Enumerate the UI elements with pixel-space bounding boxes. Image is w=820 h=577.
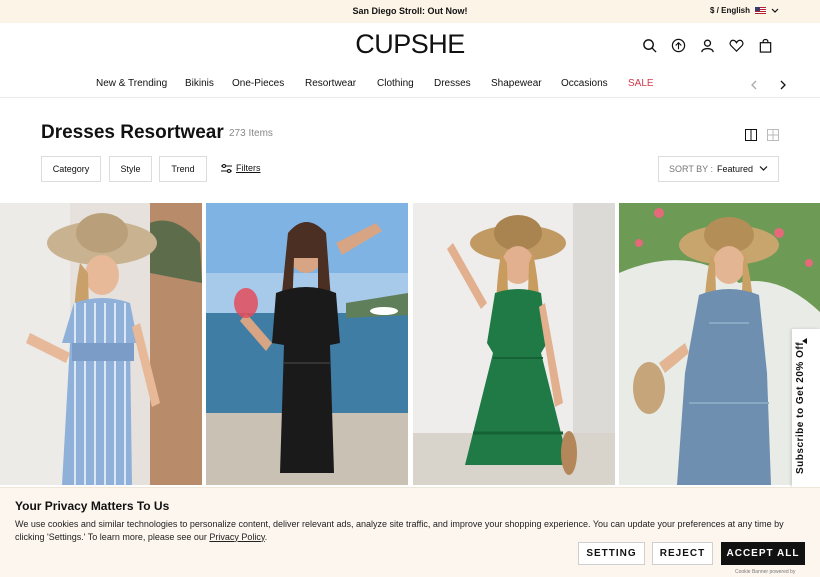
account-icon[interactable]: [700, 38, 715, 53]
privacy-banner: Your Privacy Matters To Us We use cookie…: [0, 487, 820, 577]
powered-by-text: Cookie Banner powered by: [735, 569, 796, 575]
accept-all-button[interactable]: ACCEPT ALL: [721, 542, 805, 565]
nav-item-bikinis[interactable]: Bikinis: [185, 78, 214, 89]
sort-value: Featured: [717, 164, 754, 174]
nav-prev-icon[interactable]: [750, 80, 758, 90]
nav-item-resortwear[interactable]: Resortwear: [305, 78, 356, 89]
announcement-bar: San Diego Stroll: Out Now! $ / English: [0, 0, 820, 23]
main-nav: New & Trending Bikinis One-Pieces Resort…: [0, 68, 820, 98]
product-image: [0, 203, 202, 485]
locale-selector[interactable]: $ / English: [710, 6, 779, 15]
category-filter-button[interactable]: Category: [41, 156, 101, 182]
filters-link-label: Filters: [236, 163, 261, 173]
item-count: 273 Items: [229, 128, 273, 139]
product-card[interactable]: [0, 203, 202, 485]
us-flag-icon: [755, 7, 767, 14]
sort-label: SORT BY :: [669, 164, 714, 174]
nav-item-clothing[interactable]: Clothing: [377, 78, 414, 89]
product-image: [413, 203, 615, 485]
announcement-text[interactable]: San Diego Stroll: Out Now!: [0, 6, 820, 16]
chevron-down-icon: [759, 166, 768, 171]
setting-button[interactable]: SETTING: [578, 542, 645, 565]
nav-item-dresses[interactable]: Dresses: [434, 78, 471, 89]
subscribe-text: Subscribe to Get 20% Off: [795, 341, 806, 474]
two-column-view-icon[interactable]: [745, 129, 757, 141]
product-card[interactable]: [206, 203, 408, 485]
privacy-period: .: [264, 531, 268, 542]
four-column-view-icon[interactable]: [767, 129, 779, 141]
nav-item-shapewear[interactable]: Shapewear: [491, 78, 542, 89]
heart-icon[interactable]: [729, 38, 744, 53]
privacy-title: Your Privacy Matters To Us: [15, 499, 170, 513]
trend-filter-button[interactable]: Trend: [159, 156, 207, 182]
style-filter-button[interactable]: Style: [109, 156, 152, 182]
product-image: [619, 203, 820, 485]
sort-dropdown[interactable]: SORT BY : Featured: [658, 156, 779, 182]
search-icon[interactable]: [642, 38, 657, 53]
nav-next-icon[interactable]: [779, 80, 787, 90]
header-icons: [642, 38, 773, 53]
bag-icon[interactable]: [758, 38, 773, 53]
reject-button[interactable]: REJECT: [652, 542, 713, 565]
product-card[interactable]: [619, 203, 820, 485]
privacy-policy-link[interactable]: Privacy Policy: [209, 532, 264, 542]
subscribe-tab[interactable]: Subscribe to Get 20% Off: [792, 329, 820, 488]
nav-item-occasions[interactable]: Occasions: [561, 78, 608, 89]
rewards-icon[interactable]: [671, 38, 686, 53]
filters-link[interactable]: Filters: [221, 163, 261, 173]
site-header: CUPSHE: [0, 23, 820, 68]
product-image: [206, 203, 408, 485]
nav-item-sale[interactable]: SALE: [628, 78, 654, 89]
sliders-icon: [221, 163, 232, 173]
nav-item-new-trending[interactable]: New & Trending: [96, 78, 167, 89]
product-card[interactable]: [413, 203, 615, 485]
privacy-body: We use cookies and similar technologies …: [15, 519, 784, 542]
privacy-text: We use cookies and similar technologies …: [15, 518, 805, 543]
locale-label: $ / English: [710, 6, 751, 15]
chevron-down-icon: [771, 8, 779, 13]
nav-item-one-pieces[interactable]: One-Pieces: [232, 78, 284, 89]
page-title: Dresses Resortwear: [41, 122, 224, 143]
